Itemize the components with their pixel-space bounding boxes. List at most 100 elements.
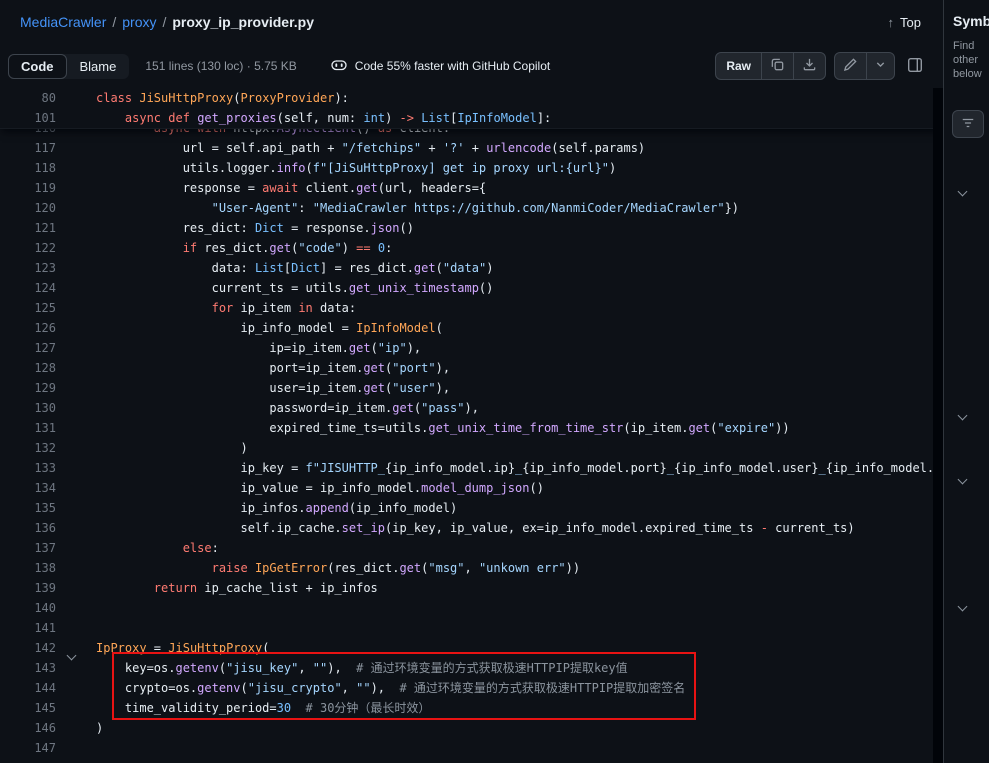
edit-dropdown-button[interactable]: [866, 52, 895, 80]
breadcrumb-repo-link[interactable]: MediaCrawler: [20, 14, 106, 30]
code-text: for ip_item in data:: [96, 298, 356, 318]
sticky-context-lines: 80 class JiSuHttpProxy(ProxyProvider): 101…: [0, 88, 943, 129]
symbols-filter-button[interactable]: [952, 110, 984, 138]
breadcrumb: MediaCrawler / proxy / proxy_ip_provider…: [20, 14, 314, 30]
line-number[interactable]: 136: [0, 518, 56, 538]
code-line-140: 140: [0, 598, 943, 618]
code-line-121: 121 res_dict: Dict = response.json(): [0, 218, 943, 238]
chevron-down-icon: [875, 59, 886, 73]
code-line-80: 80 class JiSuHttpProxy(ProxyProvider):: [0, 88, 943, 108]
line-number[interactable]: 133: [0, 458, 56, 478]
download-button[interactable]: [793, 52, 826, 80]
edit-button[interactable]: [834, 52, 867, 80]
code-line-139: 139 return ip_cache_list + ip_infos: [0, 578, 943, 598]
symbol-expand-chevron-icon[interactable]: [958, 475, 968, 485]
code-text: res_dict: Dict = response.json(): [96, 218, 414, 238]
line-number[interactable]: 145: [0, 698, 56, 718]
code-line-144: 144 crypto=os.getenv("jisu_crypto", ""),…: [0, 678, 943, 698]
raw-button[interactable]: Raw: [715, 52, 762, 80]
line-number[interactable]: 140: [0, 598, 56, 618]
line-number[interactable]: 80: [0, 88, 56, 108]
code-text: ip_value = ip_info_model.model_dump_json…: [96, 478, 544, 498]
code-text: data: List[Dict] = res_dict.get("data"): [96, 258, 493, 278]
breadcrumb-folder-link[interactable]: proxy: [122, 14, 156, 30]
code-lines: 116 async with httpx.AsyncClient() as cl…: [0, 88, 943, 758]
scrollbar-gutter[interactable]: [933, 88, 943, 763]
file-toolbar: Code Blame 151 lines (130 loc) · 5.75 KB…: [0, 44, 943, 88]
code-text: ip_key = f"JISUHTTP_{ip_info_model.ip}_{…: [96, 458, 943, 478]
copy-raw-button[interactable]: [761, 52, 794, 80]
line-number[interactable]: 127: [0, 338, 56, 358]
line-number[interactable]: 138: [0, 558, 56, 578]
line-number[interactable]: 128: [0, 358, 56, 378]
main-pane: MediaCrawler / proxy / proxy_ip_provider…: [0, 0, 944, 763]
code-line-118: 118 utils.logger.info(f"[JiSuHttpProxy] …: [0, 158, 943, 178]
raw-copy-download-group: Raw: [715, 52, 826, 80]
code-line-119: 119 response = await client.get(url, hea…: [0, 178, 943, 198]
code-line-123: 123 data: List[Dict] = res_dict.get("dat…: [0, 258, 943, 278]
line-number[interactable]: 135: [0, 498, 56, 518]
code-line-141: 141: [0, 618, 943, 638]
code-text: utils.logger.info(f"[JiSuHttpProxy] get …: [96, 158, 616, 178]
line-number[interactable]: 137: [0, 538, 56, 558]
line-number[interactable]: 101: [0, 108, 56, 128]
edit-button-group: [834, 52, 895, 80]
code-line-142: 142IpProxy = JiSuHttpProxy(: [0, 638, 943, 658]
code-text: class JiSuHttpProxy(ProxyProvider):: [96, 88, 349, 108]
code-text: port=ip_item.get("port"),: [96, 358, 450, 378]
line-number[interactable]: 118: [0, 158, 56, 178]
line-number[interactable]: 123: [0, 258, 56, 278]
github-file-view: MediaCrawler / proxy / proxy_ip_provider…: [0, 0, 989, 763]
line-number[interactable]: 125: [0, 298, 56, 318]
code-text: self.ip_cache.set_ip(ip_key, ip_value, e…: [96, 518, 855, 538]
line-number[interactable]: 139: [0, 578, 56, 598]
code-line-120: 120 "User-Agent": "MediaCrawler https://…: [0, 198, 943, 218]
copilot-banner[interactable]: Code 55% faster with GitHub Copilot: [331, 57, 550, 76]
symbols-panel-toggle[interactable]: [903, 53, 927, 80]
symbol-expand-chevron-icon[interactable]: [958, 602, 968, 612]
code-line-124: 124 current_ts = utils.get_unix_timestam…: [0, 278, 943, 298]
code-line-143: 143 key=os.getenv("jisu_key", ""), # 通过环…: [0, 658, 943, 678]
line-number[interactable]: 147: [0, 738, 56, 758]
line-number[interactable]: 132: [0, 438, 56, 458]
line-number[interactable]: 143: [0, 658, 56, 678]
tab-code[interactable]: Code: [8, 54, 67, 79]
code-line-126: 126 ip_info_model = IpInfoModel(: [0, 318, 943, 338]
line-number[interactable]: 119: [0, 178, 56, 198]
code-text: user=ip_item.get("user"),: [96, 378, 450, 398]
code-text: ): [96, 438, 248, 458]
code-line-122: 122 if res_dict.get("code") == 0:: [0, 238, 943, 258]
line-number[interactable]: 129: [0, 378, 56, 398]
code-text: time_validity_period=30 # 30分钟（最长时效）: [96, 698, 430, 718]
breadcrumb-separator: /: [162, 14, 166, 30]
line-number[interactable]: 120: [0, 198, 56, 218]
line-number[interactable]: 141: [0, 618, 56, 638]
line-number[interactable]: 130: [0, 398, 56, 418]
code-line-130: 130 password=ip_item.get("pass"),: [0, 398, 943, 418]
code-text: else:: [96, 538, 219, 558]
code-text: key=os.getenv("jisu_key", ""), # 通过环境变量的…: [96, 658, 628, 678]
line-number[interactable]: 126: [0, 318, 56, 338]
code-line-137: 137 else:: [0, 538, 943, 558]
symbols-panel-description: Find other below: [953, 39, 982, 81]
symbol-expand-chevron-icon[interactable]: [958, 187, 968, 197]
code-text: raise IpGetError(res_dict.get("msg", "un…: [96, 558, 580, 578]
symbol-expand-chevron-icon[interactable]: [958, 411, 968, 421]
line-number[interactable]: 142: [0, 638, 56, 658]
line-number[interactable]: 117: [0, 138, 56, 158]
code-line-136: 136 self.ip_cache.set_ip(ip_key, ip_valu…: [0, 518, 943, 538]
back-to-top-button[interactable]: ↑ Top: [888, 15, 921, 30]
code-line-146: 146): [0, 718, 943, 738]
filter-icon: [961, 116, 975, 133]
tab-blame[interactable]: Blame: [67, 54, 130, 79]
line-number[interactable]: 122: [0, 238, 56, 258]
line-number[interactable]: 124: [0, 278, 56, 298]
code-line-133: 133 ip_key = f"JISUHTTP_{ip_info_model.i…: [0, 458, 943, 478]
line-number[interactable]: 121: [0, 218, 56, 238]
line-number[interactable]: 144: [0, 678, 56, 698]
code-line-117: 117 url = self.api_path + "/fetchips" + …: [0, 138, 943, 158]
line-number[interactable]: 146: [0, 718, 56, 738]
line-number[interactable]: 134: [0, 478, 56, 498]
line-number[interactable]: 131: [0, 418, 56, 438]
symbols-panel-title: Symbols: [953, 13, 989, 29]
